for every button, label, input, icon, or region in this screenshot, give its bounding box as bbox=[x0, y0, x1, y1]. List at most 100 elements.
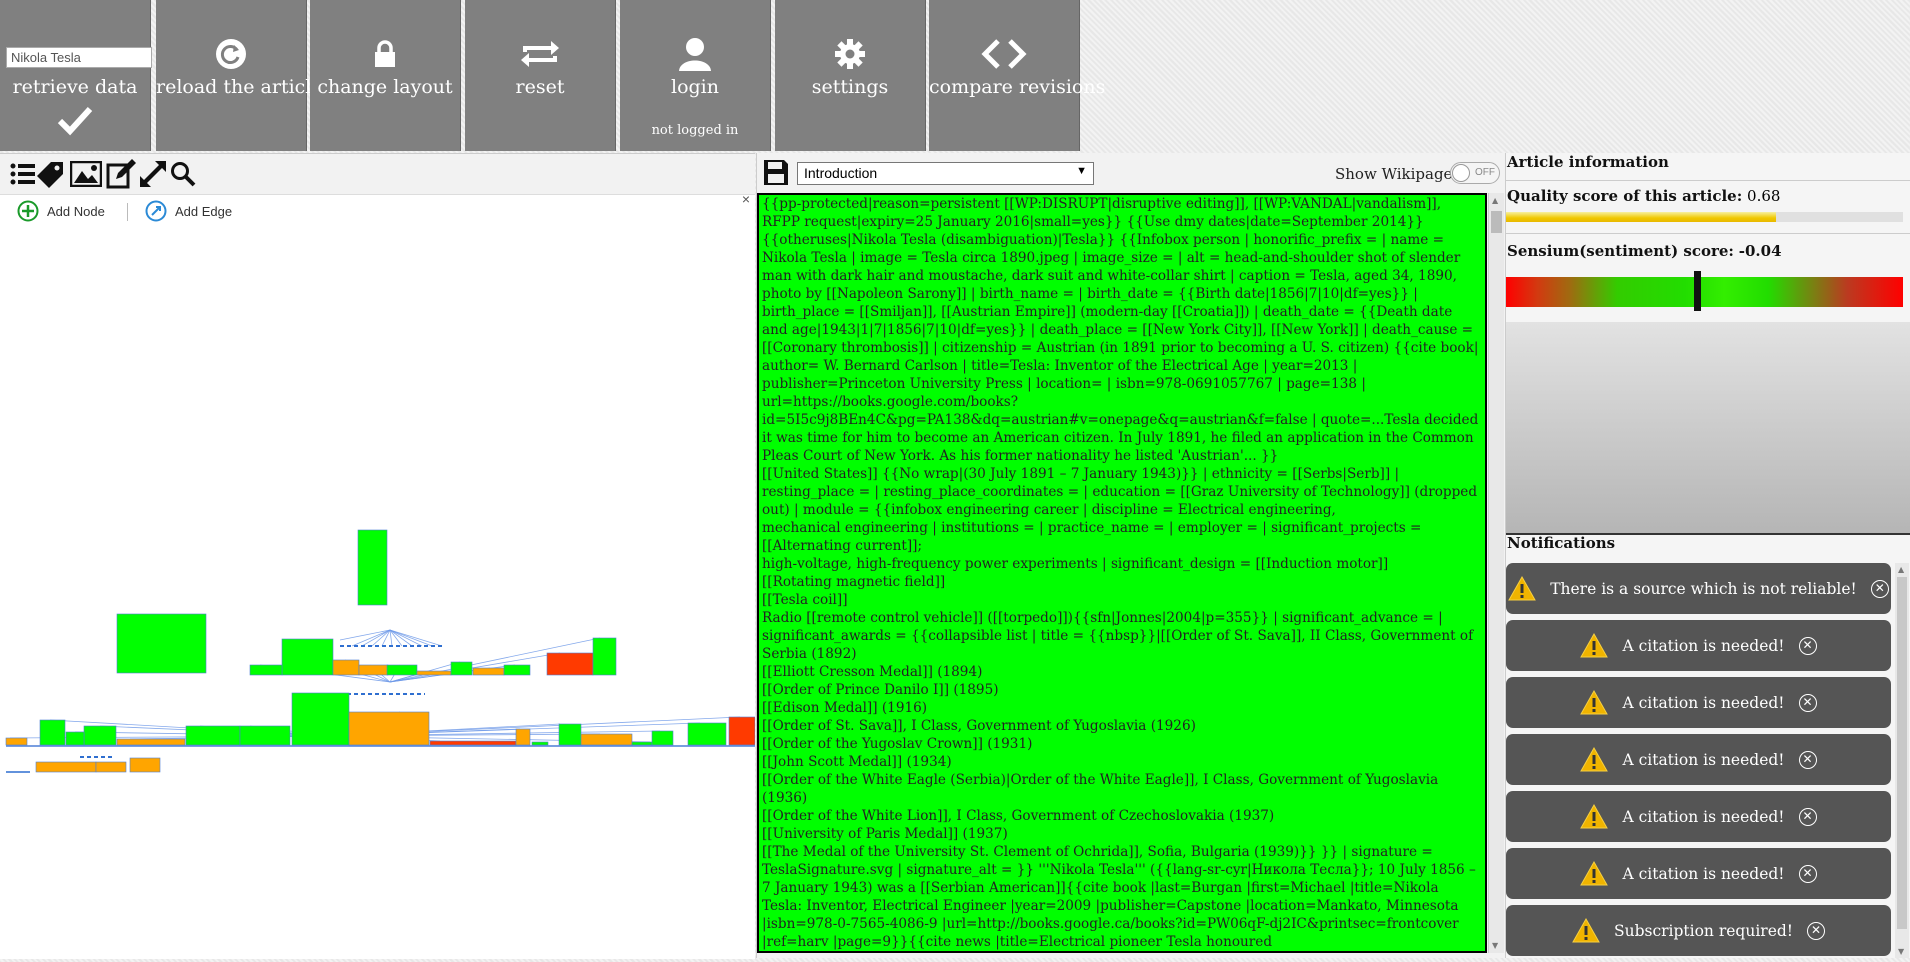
sentiment-marker bbox=[1694, 271, 1701, 311]
show-wikipage-toggle[interactable]: OFF bbox=[1450, 162, 1500, 184]
warning-icon bbox=[1580, 633, 1609, 658]
graph-node[interactable] bbox=[503, 664, 531, 676]
quality-score: Quality score of this article: 0.68 bbox=[1507, 187, 1780, 205]
add-node-icon bbox=[17, 200, 39, 222]
graph-node[interactable] bbox=[472, 667, 505, 676]
scroll-thumb[interactable] bbox=[1897, 577, 1907, 929]
settings-button[interactable]: settings bbox=[775, 0, 926, 151]
add-edge-label: Add Edge bbox=[175, 203, 233, 219]
show-wikipage-label: Show Wikipage: bbox=[1335, 165, 1458, 183]
scroll-down-arrow[interactable]: ▼ bbox=[1492, 941, 1498, 950]
quality-score-value: 0.68 bbox=[1747, 187, 1781, 205]
notification-item[interactable]: Subscription required! ✕ bbox=[1506, 905, 1891, 956]
notifications-scrollbar[interactable]: ▲ ▼ bbox=[1895, 563, 1909, 958]
section-dropdown[interactable]: Introduction ▼ bbox=[797, 162, 1094, 185]
reset-arrows-icon bbox=[465, 34, 615, 74]
close-graph-button[interactable]: × bbox=[742, 191, 750, 207]
graph-node[interactable] bbox=[281, 638, 334, 676]
graph-node[interactable] bbox=[429, 740, 517, 746]
compare-revisions-button[interactable]: compare revisions bbox=[929, 0, 1106, 151]
graph-node[interactable] bbox=[291, 692, 350, 746]
edit-icon[interactable] bbox=[106, 159, 136, 189]
graph-node[interactable] bbox=[65, 731, 85, 746]
image-icon[interactable] bbox=[69, 160, 103, 188]
add-node-label: Add Node bbox=[47, 203, 105, 219]
notification-item[interactable]: A citation is needed! ✕ bbox=[1506, 677, 1891, 728]
notifications-list: There is a source which is not reliable!… bbox=[1506, 563, 1910, 958]
graph-node[interactable] bbox=[39, 719, 66, 746]
graph-node[interactable] bbox=[129, 757, 161, 773]
graph-edge bbox=[389, 629, 413, 647]
graph-node[interactable] bbox=[116, 613, 207, 674]
graph-node[interactable] bbox=[651, 730, 674, 746]
expand-icon[interactable] bbox=[138, 160, 168, 188]
reload-icon bbox=[156, 34, 306, 74]
sentiment-score-value: -0.04 bbox=[1738, 242, 1782, 260]
graph-node[interactable] bbox=[386, 664, 418, 676]
notification-item[interactable]: There is a source which is not reliable!… bbox=[1506, 563, 1891, 614]
notification-text: A citation is needed! bbox=[1622, 636, 1785, 655]
graph-node[interactable] bbox=[546, 652, 594, 676]
add-edge-button[interactable]: Add Edge bbox=[145, 199, 232, 223]
close-icon[interactable]: ✕ bbox=[1798, 636, 1817, 655]
close-icon[interactable]: ✕ bbox=[1798, 807, 1817, 826]
graph-node[interactable] bbox=[83, 725, 117, 746]
sentiment-score-label: Sensium(sentiment) score: bbox=[1507, 242, 1734, 260]
list-icon[interactable] bbox=[8, 160, 38, 188]
close-icon[interactable]: ✕ bbox=[1807, 921, 1826, 940]
graph-node[interactable] bbox=[348, 711, 430, 746]
notification-item[interactable]: A citation is needed! ✕ bbox=[1506, 620, 1891, 671]
graph-node[interactable] bbox=[185, 725, 241, 746]
graph-node[interactable] bbox=[531, 741, 549, 746]
graph-node[interactable] bbox=[416, 670, 452, 676]
tag-icon[interactable] bbox=[36, 160, 66, 188]
wikitext-editor[interactable]: {{pp-protected|reason=persistent [[WP:DI… bbox=[757, 193, 1487, 953]
login-status: not logged in bbox=[651, 123, 739, 138]
compare-revisions-label: compare revisions bbox=[929, 76, 1106, 98]
save-button[interactable] bbox=[763, 159, 789, 186]
scroll-thumb[interactable] bbox=[1491, 211, 1502, 233]
notification-text: A citation is needed! bbox=[1622, 864, 1785, 883]
graph-node[interactable] bbox=[95, 761, 127, 773]
graph-node[interactable] bbox=[249, 664, 283, 676]
search-icon[interactable] bbox=[168, 160, 198, 188]
graph-node[interactable] bbox=[357, 529, 388, 606]
graph-node[interactable] bbox=[580, 733, 633, 746]
login-button[interactable]: login not logged in bbox=[620, 0, 771, 151]
graph-node[interactable] bbox=[558, 723, 582, 746]
lock-icon bbox=[310, 34, 460, 74]
notification-item[interactable]: A citation is needed! ✕ bbox=[1506, 848, 1891, 899]
graph-node[interactable] bbox=[35, 761, 97, 773]
close-icon[interactable]: ✕ bbox=[1798, 750, 1817, 769]
scroll-down-arrow[interactable]: ▼ bbox=[1898, 947, 1904, 956]
close-icon[interactable]: ✕ bbox=[1798, 693, 1817, 712]
close-icon[interactable]: ✕ bbox=[1870, 579, 1889, 598]
close-icon[interactable]: ✕ bbox=[1798, 864, 1817, 883]
graph-canvas[interactable] bbox=[0, 228, 756, 958]
article-search-input[interactable] bbox=[6, 47, 152, 68]
graph-node[interactable] bbox=[515, 728, 531, 746]
add-node-button[interactable]: Add Node bbox=[17, 199, 105, 223]
notification-item[interactable]: A citation is needed! ✕ bbox=[1506, 734, 1891, 785]
graph-node[interactable] bbox=[5, 737, 28, 746]
article-info-heading: Article information bbox=[1507, 153, 1669, 171]
editor-scrollbar[interactable]: ▲ ▼ bbox=[1488, 193, 1504, 953]
graph-node[interactable] bbox=[239, 725, 291, 746]
reload-article-button[interactable]: reload the article bbox=[156, 0, 323, 151]
graph-node[interactable] bbox=[332, 659, 360, 676]
graph-node[interactable] bbox=[358, 664, 389, 676]
scroll-up-arrow[interactable]: ▲ bbox=[1898, 565, 1904, 574]
graph-node[interactable] bbox=[631, 741, 653, 746]
graph-node[interactable] bbox=[116, 738, 186, 746]
notification-item[interactable]: A citation is needed! ✕ bbox=[1506, 791, 1891, 842]
graph-node[interactable] bbox=[592, 637, 617, 676]
toggle-state: OFF bbox=[1475, 167, 1495, 178]
graph-node[interactable] bbox=[728, 716, 756, 746]
scroll-up-arrow[interactable]: ▲ bbox=[1492, 196, 1498, 205]
change-layout-button[interactable]: change layout bbox=[310, 0, 461, 151]
graph-node[interactable] bbox=[450, 661, 473, 676]
graph-node[interactable] bbox=[687, 722, 727, 746]
gear-icon bbox=[775, 34, 925, 74]
retrieve-data-button[interactable]: retrieve data bbox=[0, 0, 152, 151]
reset-button[interactable]: reset bbox=[465, 0, 616, 151]
